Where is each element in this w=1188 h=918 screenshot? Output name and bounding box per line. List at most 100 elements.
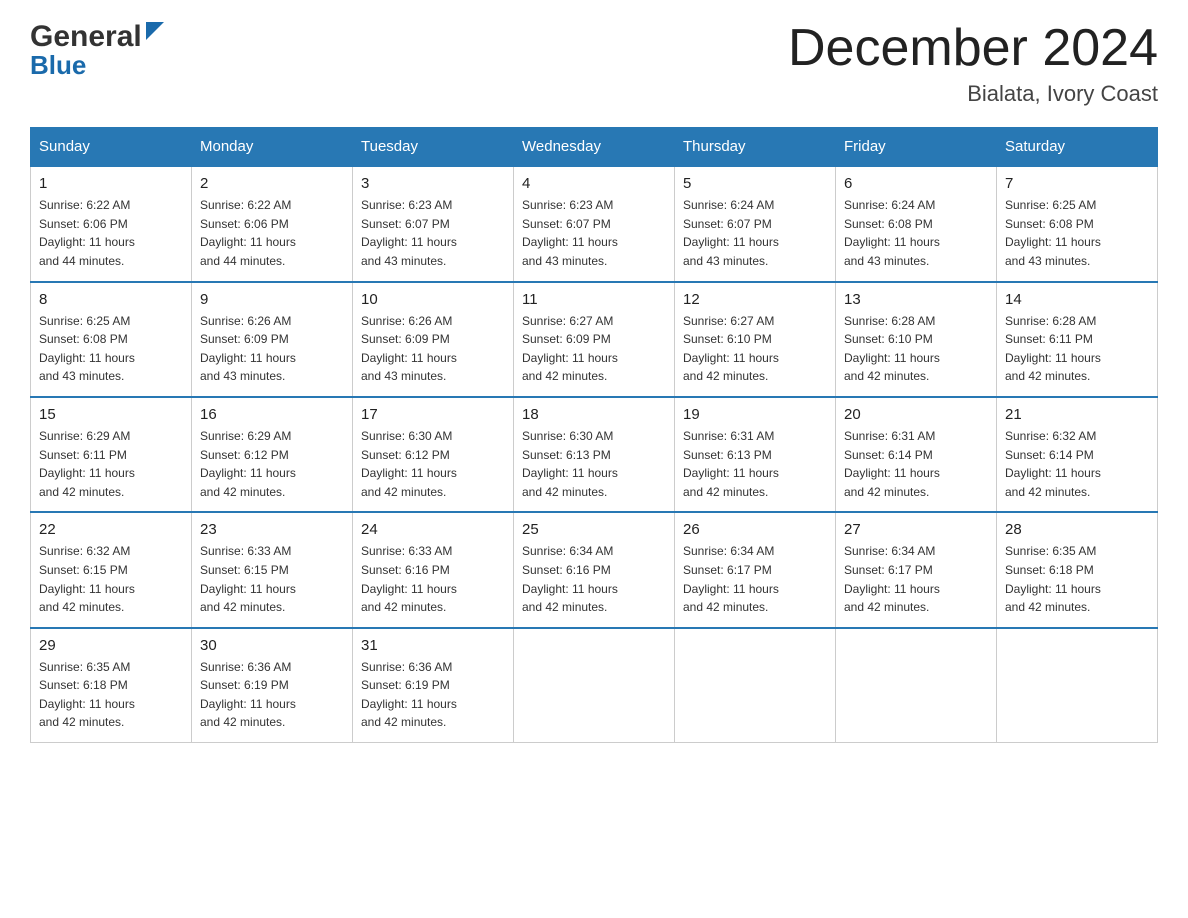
calendar-cell: 25 Sunrise: 6:34 AMSunset: 6:16 PMDayligh… [514,512,675,627]
day-number: 7 [1005,175,1149,192]
day-number: 5 [683,175,827,192]
day-info: Sunrise: 6:24 AMSunset: 6:07 PMDaylight:… [683,196,827,270]
day-info: Sunrise: 6:26 AMSunset: 6:09 PMDaylight:… [200,312,344,386]
calendar-cell: 18 Sunrise: 6:30 AMSunset: 6:13 PMDayligh… [514,397,675,512]
day-info: Sunrise: 6:31 AMSunset: 6:13 PMDaylight:… [683,427,827,501]
col-header-sunday: Sunday [31,128,192,167]
calendar-cell: 5 Sunrise: 6:24 AMSunset: 6:07 PMDaylight… [675,166,836,281]
month-title: December 2024 [788,20,1158,77]
calendar-cell: 12Sunrise: 6:27 AMSunset: 6:10 PMDayligh… [675,282,836,397]
day-info: Sunrise: 6:32 AMSunset: 6:14 PMDaylight:… [1005,427,1149,501]
day-number: 21 [1005,406,1149,423]
day-number: 9 [200,291,344,308]
col-header-wednesday: Wednesday [514,128,675,167]
day-info: Sunrise: 6:34 AMSunset: 6:17 PMDaylight:… [683,542,827,616]
day-info: Sunrise: 6:30 AMSunset: 6:12 PMDaylight:… [361,427,505,501]
day-info: Sunrise: 6:25 AMSunset: 6:08 PMDaylight:… [39,312,183,386]
day-number: 11 [522,291,666,308]
day-number: 22 [39,521,183,538]
day-info: Sunrise: 6:33 AMSunset: 6:15 PMDaylight:… [200,542,344,616]
day-number: 10 [361,291,505,308]
day-info: Sunrise: 6:23 AMSunset: 6:07 PMDaylight:… [361,196,505,270]
calendar-cell: 29Sunrise: 6:35 AMSunset: 6:18 PMDayligh… [31,628,192,743]
calendar-cell: 30Sunrise: 6:36 AMSunset: 6:19 PMDayligh… [192,628,353,743]
logo: General Blue [30,20,164,81]
day-number: 31 [361,637,505,654]
day-info: Sunrise: 6:32 AMSunset: 6:15 PMDaylight:… [39,542,183,616]
day-info: Sunrise: 6:22 AMSunset: 6:06 PMDaylight:… [200,196,344,270]
day-number: 20 [844,406,988,423]
page-header: General Blue December 2024 Bialata, Ivor… [30,20,1158,107]
day-number: 18 [522,406,666,423]
day-number: 23 [200,521,344,538]
logo-blue-text: Blue [30,50,86,81]
day-number: 15 [39,406,183,423]
day-info: Sunrise: 6:36 AMSunset: 6:19 PMDaylight:… [361,658,505,732]
day-number: 8 [39,291,183,308]
col-header-tuesday: Tuesday [353,128,514,167]
calendar-week-row: 1 Sunrise: 6:22 AMSunset: 6:06 PMDaylight… [31,166,1158,281]
day-number: 24 [361,521,505,538]
calendar-cell: 7 Sunrise: 6:25 AMSunset: 6:08 PMDaylight… [997,166,1158,281]
day-info: Sunrise: 6:28 AMSunset: 6:10 PMDaylight:… [844,312,988,386]
logo-general-text: General [30,20,142,54]
day-info: Sunrise: 6:34 AMSunset: 6:17 PMDaylight:… [844,542,988,616]
calendar-cell: 21 Sunrise: 6:32 AMSunset: 6:14 PMDayligh… [997,397,1158,512]
calendar-cell: 4Sunrise: 6:23 AMSunset: 6:07 PMDaylight… [514,166,675,281]
day-info: Sunrise: 6:23 AMSunset: 6:07 PMDaylight:… [522,196,666,270]
location-title: Bialata, Ivory Coast [788,81,1158,107]
calendar-cell: 20 Sunrise: 6:31 AMSunset: 6:14 PMDayligh… [836,397,997,512]
calendar-cell: 1 Sunrise: 6:22 AMSunset: 6:06 PMDaylight… [31,166,192,281]
calendar-cell: 11Sunrise: 6:27 AMSunset: 6:09 PMDayligh… [514,282,675,397]
day-number: 27 [844,521,988,538]
calendar-week-row: 29Sunrise: 6:35 AMSunset: 6:18 PMDayligh… [31,628,1158,743]
day-number: 3 [361,175,505,192]
day-info: Sunrise: 6:27 AMSunset: 6:10 PMDaylight:… [683,312,827,386]
day-number: 1 [39,175,183,192]
day-number: 26 [683,521,827,538]
day-number: 25 [522,521,666,538]
calendar-cell [514,628,675,743]
day-number: 19 [683,406,827,423]
calendar-cell: 9 Sunrise: 6:26 AMSunset: 6:09 PMDaylight… [192,282,353,397]
day-info: Sunrise: 6:30 AMSunset: 6:13 PMDaylight:… [522,427,666,501]
calendar-cell: 2 Sunrise: 6:22 AMSunset: 6:06 PMDaylight… [192,166,353,281]
calendar-cell: 27 Sunrise: 6:34 AMSunset: 6:17 PMDayligh… [836,512,997,627]
title-block: December 2024 Bialata, Ivory Coast [788,20,1158,107]
calendar-cell [997,628,1158,743]
col-header-thursday: Thursday [675,128,836,167]
day-number: 30 [200,637,344,654]
calendar-cell: 23 Sunrise: 6:33 AMSunset: 6:15 PMDayligh… [192,512,353,627]
calendar-table: SundayMondayTuesdayWednesdayThursdayFrid… [30,127,1158,743]
col-header-monday: Monday [192,128,353,167]
day-number: 28 [1005,521,1149,538]
calendar-cell: 6Sunrise: 6:24 AMSunset: 6:08 PMDaylight… [836,166,997,281]
day-info: Sunrise: 6:24 AMSunset: 6:08 PMDaylight:… [844,196,988,270]
day-info: Sunrise: 6:26 AMSunset: 6:09 PMDaylight:… [361,312,505,386]
col-header-friday: Friday [836,128,997,167]
day-info: Sunrise: 6:31 AMSunset: 6:14 PMDaylight:… [844,427,988,501]
calendar-week-row: 15 Sunrise: 6:29 AMSunset: 6:11 PMDayligh… [31,397,1158,512]
day-info: Sunrise: 6:25 AMSunset: 6:08 PMDaylight:… [1005,196,1149,270]
calendar-cell: 3 Sunrise: 6:23 AMSunset: 6:07 PMDaylight… [353,166,514,281]
calendar-header-row: SundayMondayTuesdayWednesdayThursdayFrid… [31,128,1158,167]
day-info: Sunrise: 6:29 AMSunset: 6:12 PMDaylight:… [200,427,344,501]
calendar-cell: 15 Sunrise: 6:29 AMSunset: 6:11 PMDayligh… [31,397,192,512]
calendar-cell: 13Sunrise: 6:28 AMSunset: 6:10 PMDayligh… [836,282,997,397]
calendar-week-row: 8 Sunrise: 6:25 AMSunset: 6:08 PMDaylight… [31,282,1158,397]
day-info: Sunrise: 6:28 AMSunset: 6:11 PMDaylight:… [1005,312,1149,386]
day-number: 16 [200,406,344,423]
calendar-cell: 24 Sunrise: 6:33 AMSunset: 6:16 PMDayligh… [353,512,514,627]
col-header-saturday: Saturday [997,128,1158,167]
calendar-cell: 26 Sunrise: 6:34 AMSunset: 6:17 PMDayligh… [675,512,836,627]
day-info: Sunrise: 6:22 AMSunset: 6:06 PMDaylight:… [39,196,183,270]
calendar-cell: 16 Sunrise: 6:29 AMSunset: 6:12 PMDayligh… [192,397,353,512]
calendar-cell: 19 Sunrise: 6:31 AMSunset: 6:13 PMDayligh… [675,397,836,512]
calendar-cell [675,628,836,743]
calendar-cell: 22 Sunrise: 6:32 AMSunset: 6:15 PMDayligh… [31,512,192,627]
day-info: Sunrise: 6:29 AMSunset: 6:11 PMDaylight:… [39,427,183,501]
day-number: 2 [200,175,344,192]
calendar-cell: 17Sunrise: 6:30 AMSunset: 6:12 PMDayligh… [353,397,514,512]
day-info: Sunrise: 6:34 AMSunset: 6:16 PMDaylight:… [522,542,666,616]
day-info: Sunrise: 6:33 AMSunset: 6:16 PMDaylight:… [361,542,505,616]
